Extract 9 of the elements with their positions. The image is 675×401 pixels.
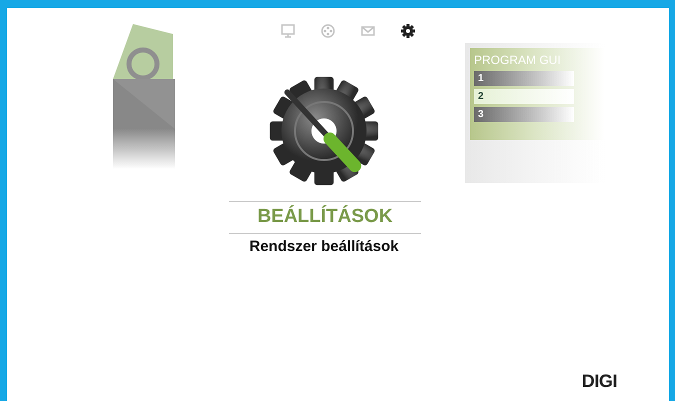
guide-row: 1 xyxy=(474,71,574,86)
film-reel-icon[interactable] xyxy=(320,23,336,39)
logo: DIGI xyxy=(582,370,617,393)
section-subtitle: Rendszer beállítások xyxy=(249,236,399,256)
guide-row: 3 xyxy=(474,107,574,122)
tv-icon[interactable] xyxy=(280,23,296,39)
settings-icon[interactable] xyxy=(400,23,416,39)
section-title: BEÁLLÍTÁSOK xyxy=(257,204,393,229)
guide-row: 2 xyxy=(474,89,574,104)
